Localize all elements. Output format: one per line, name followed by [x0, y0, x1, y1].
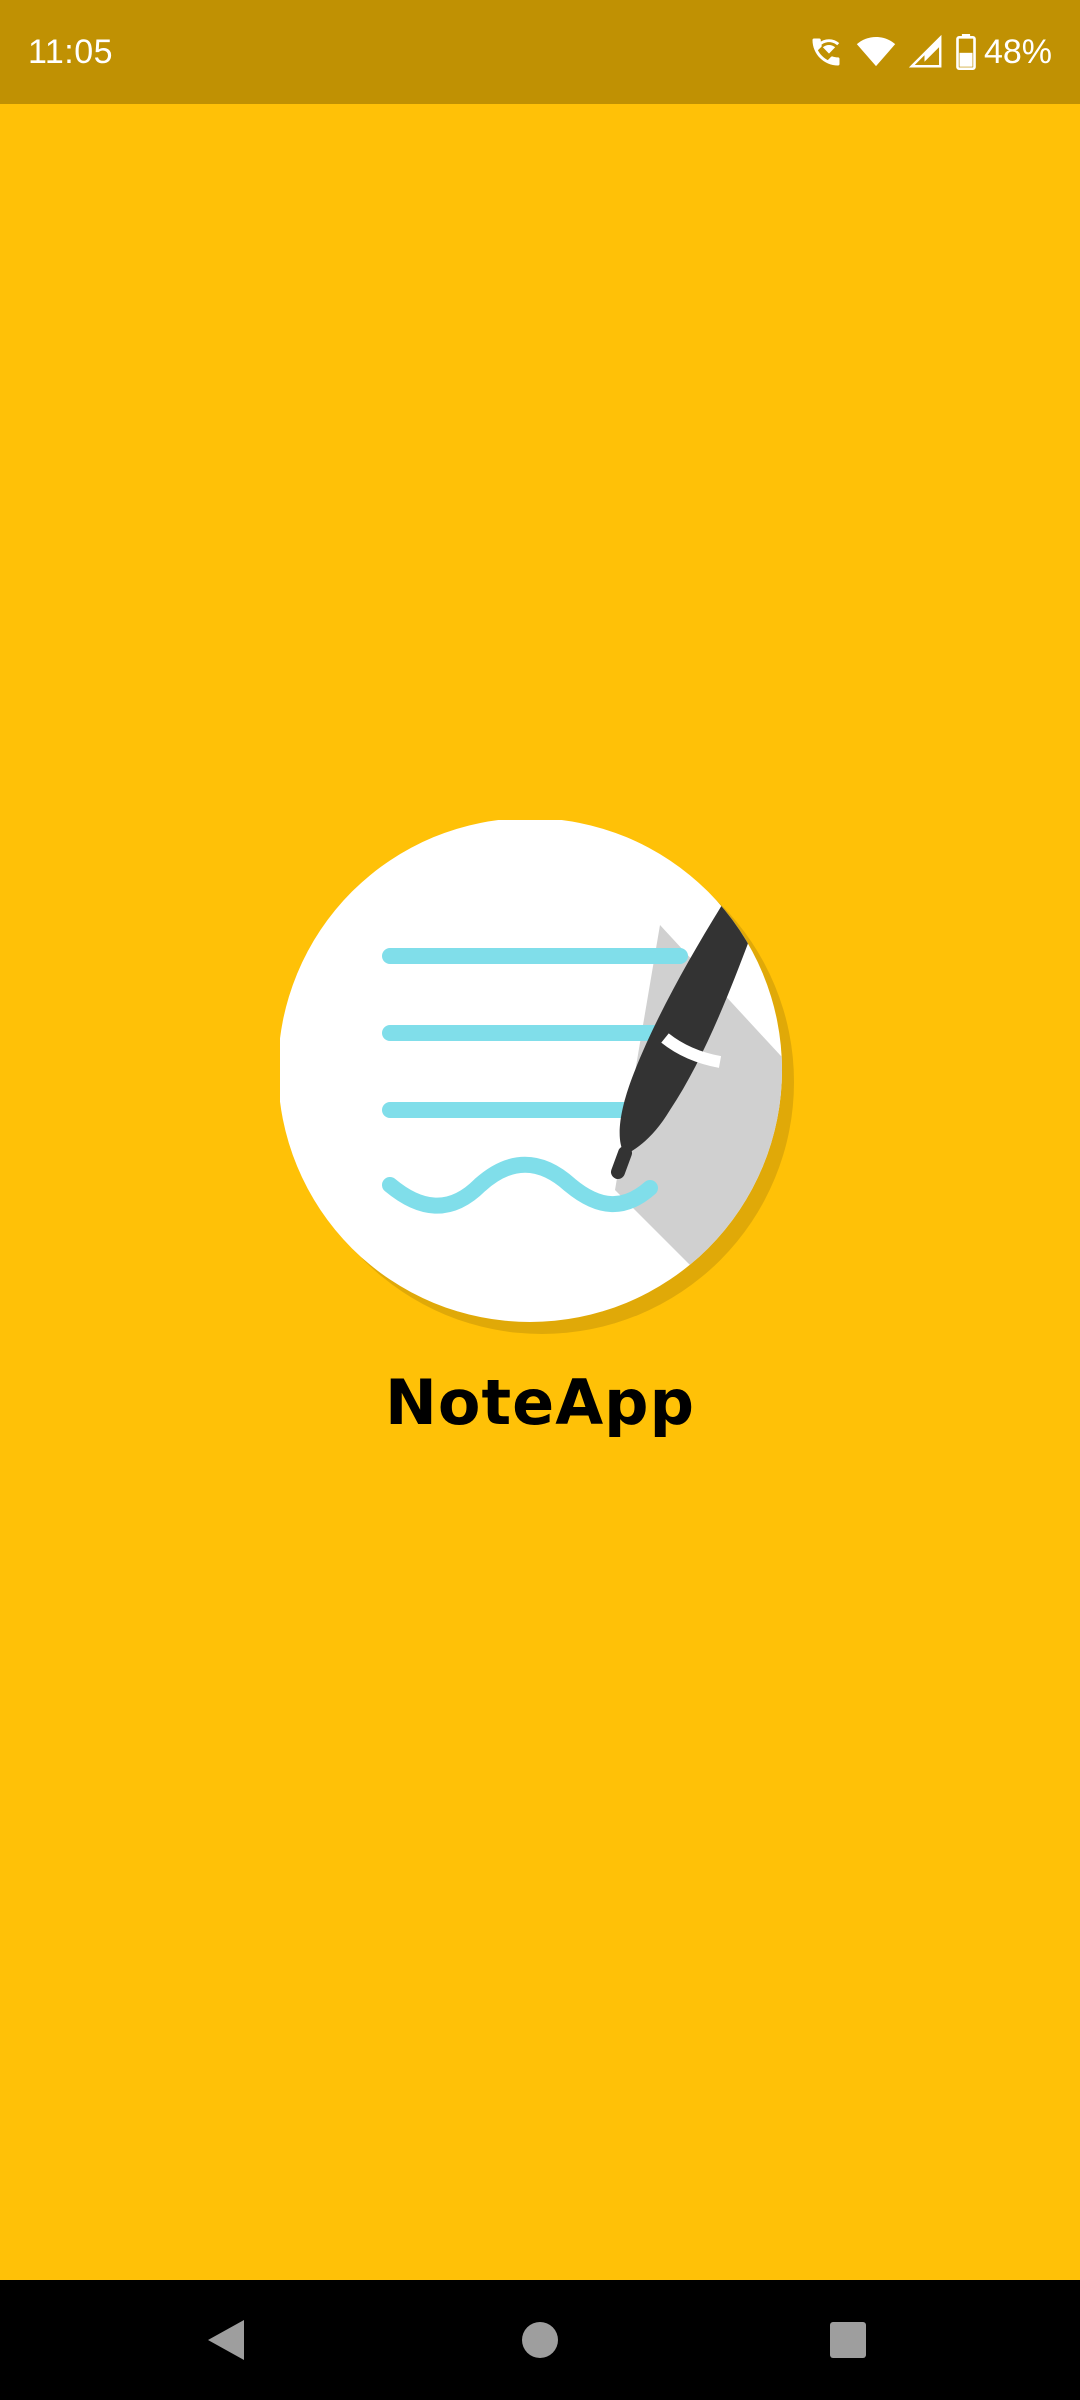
splash-screen: NoteApp [0, 104, 1080, 2280]
navigation-bar [0, 2280, 1080, 2400]
status-bar: 11:05 48% [0, 0, 1080, 104]
home-circle-icon [522, 2322, 558, 2358]
battery-icon [956, 34, 976, 70]
wifi-icon [856, 34, 896, 70]
battery-percent: 48% [983, 32, 1052, 71]
note-pen-logo-icon [278, 818, 800, 1340]
home-button[interactable] [480, 2280, 600, 2400]
back-triangle-icon [208, 2320, 244, 2360]
app-name: NoteApp [385, 1366, 695, 1439]
recents-square-icon [830, 2322, 866, 2358]
status-time: 11:05 [28, 32, 114, 71]
recents-button[interactable] [788, 2280, 908, 2400]
status-icons: 48% [808, 33, 1052, 72]
wifi-calling-icon [808, 34, 844, 70]
cell-signal-icon [908, 34, 944, 70]
back-button[interactable] [166, 2280, 286, 2400]
